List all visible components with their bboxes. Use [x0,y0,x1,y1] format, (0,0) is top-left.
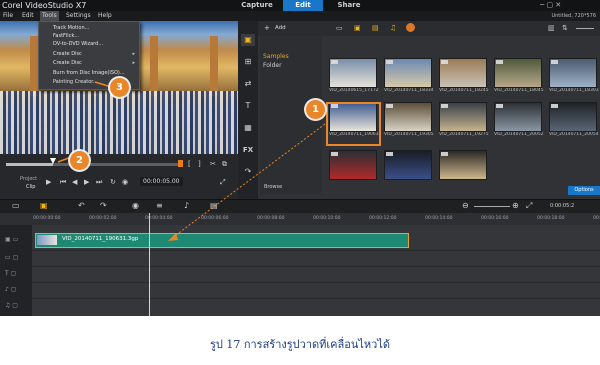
highlight-box [326,102,381,146]
annotation-overlay [57,81,381,241]
callout-badge-1: 1 [306,100,325,119]
callout-3-pointer [94,81,109,87]
drag-arrow-line [171,123,326,239]
figure-caption: รูป 17 การสร้างรูปวาดที่เคลื่อนไหวได้ [209,338,391,351]
callout-badge-3: 3 [110,78,129,97]
callout-badge-2: 2 [70,151,89,170]
